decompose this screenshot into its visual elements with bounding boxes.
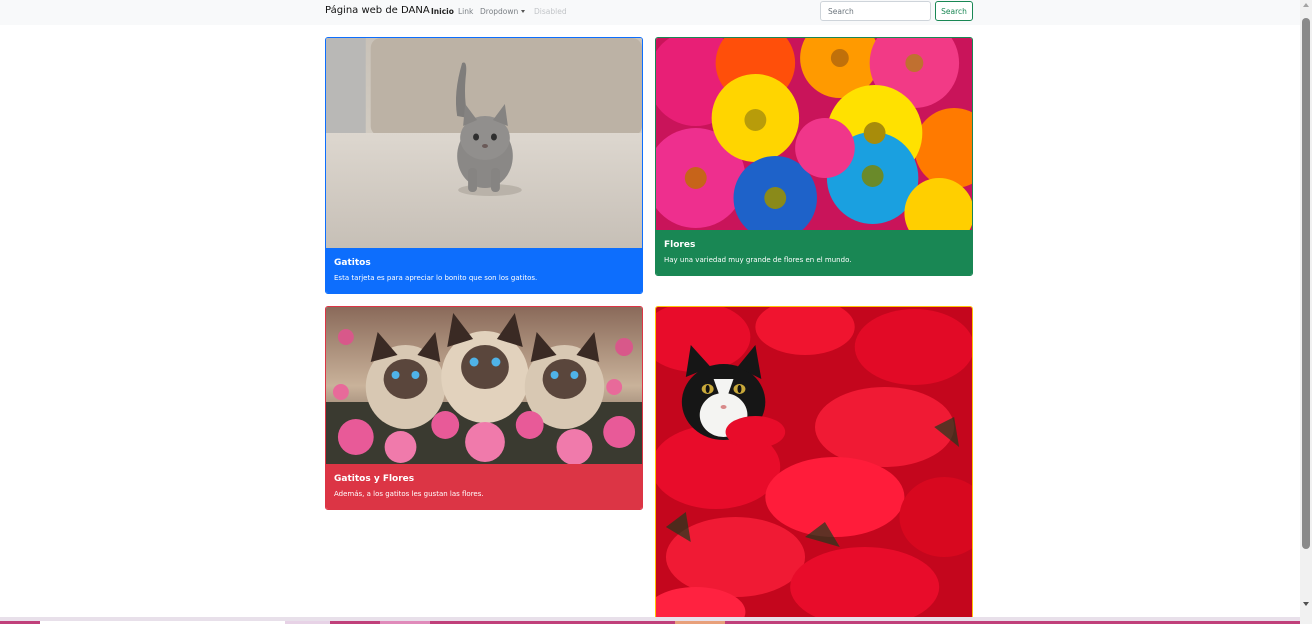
kitten-photo <box>326 38 642 249</box>
card-body: Gatitos Esta tarjeta es para apreciar lo… <box>326 248 642 293</box>
card-gatitos: Gatitos Esta tarjeta es para apreciar lo… <box>325 37 643 294</box>
card-gato-flores-rojas <box>655 306 973 624</box>
card-gatitos-y-flores: Gatitos y Flores Además, a los gatitos l… <box>325 306 643 510</box>
nav-link-link[interactable]: Link <box>458 7 473 16</box>
card-title: Gatitos y Flores <box>334 474 415 484</box>
navbar: Página web de DANA Inicio Link Dropdown … <box>0 0 1300 25</box>
taskbar-strip <box>0 617 1300 624</box>
nav-link-disabled: Disabled <box>534 7 567 16</box>
cat-in-poinsettias-photo <box>656 307 972 623</box>
nav-link-inicio[interactable]: Inicio <box>431 7 454 16</box>
card-text: Esta tarjeta es para apreciar lo bonito … <box>334 274 538 282</box>
scroll-down-arrow-icon[interactable] <box>1303 602 1309 606</box>
scrollbar[interactable] <box>1300 0 1312 624</box>
card-title: Flores <box>664 240 696 250</box>
siamese-cats-flowers-photo <box>326 307 642 465</box>
nav-dropdown-label: Dropdown <box>480 7 519 16</box>
scroll-up-arrow-icon[interactable] <box>1303 3 1309 7</box>
card-body: Flores Hay una variedad muy grande de fl… <box>656 230 972 275</box>
nav-dropdown[interactable]: Dropdown <box>480 7 526 16</box>
caret-down-icon <box>521 10 526 13</box>
card-flores: Flores Hay una variedad muy grande de fl… <box>655 37 973 276</box>
card-text: Hay una variedad muy grande de flores en… <box>664 256 852 264</box>
navbar-brand[interactable]: Página web de DANA <box>325 5 430 16</box>
search-button[interactable]: Search <box>935 1 973 21</box>
card-body: Gatitos y Flores Además, a los gatitos l… <box>326 464 642 509</box>
scrollbar-thumb[interactable] <box>1302 18 1310 549</box>
card-text: Además, a los gatitos les gustan las flo… <box>334 490 484 498</box>
daisies-photo <box>656 38 972 231</box>
search-input[interactable] <box>820 1 931 21</box>
card-title: Gatitos <box>334 258 371 268</box>
